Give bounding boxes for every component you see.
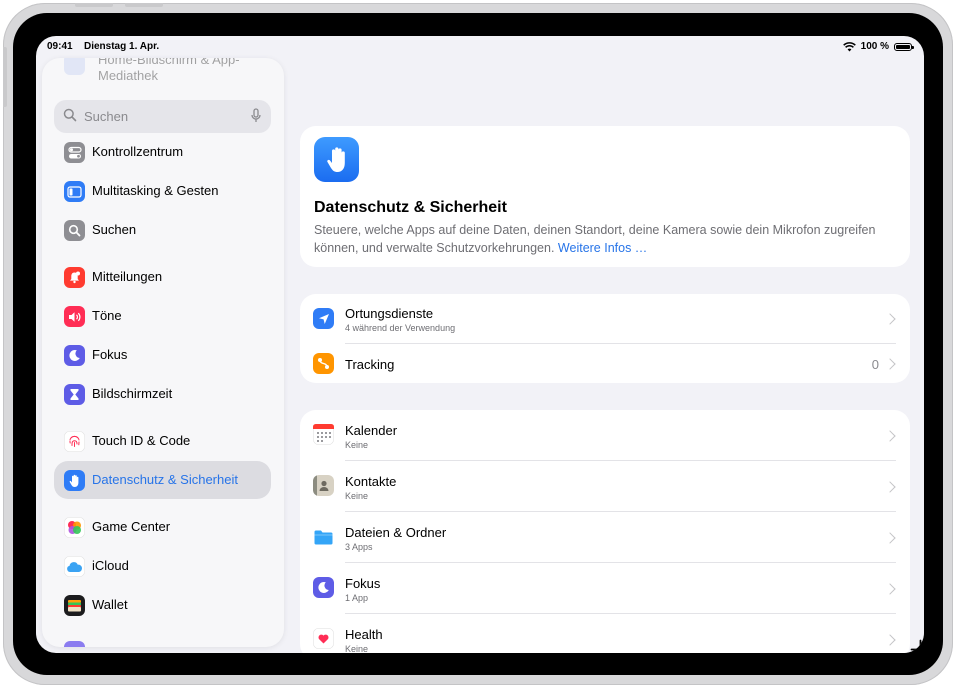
sidebar-item-game-center[interactable]: Game Center	[54, 508, 271, 546]
row-kalender[interactable]: Kalender Keine	[300, 410, 910, 460]
row-title: Health	[345, 627, 383, 642]
sidebar-item-label: Datenschutz & Sicherheit	[92, 472, 238, 487]
moon-icon	[64, 345, 85, 366]
wifi-icon	[842, 41, 856, 51]
row-subtitle: Keine	[345, 440, 369, 450]
status-right: 100 %	[842, 41, 914, 52]
chevron-right-icon	[884, 532, 896, 544]
sidebar-item-toene[interactable]: Töne	[54, 297, 271, 335]
sidebar-item-label: Bildschirmzeit	[92, 386, 173, 401]
sidebar-item-wallet[interactable]: Wallet	[54, 586, 271, 624]
sidebar-item-label: Home-Bildschirm & App-Mediathek	[98, 58, 240, 83]
sidebar-item-fokus[interactable]: Fokus	[54, 336, 271, 374]
search-placeholder: Suchen	[84, 109, 129, 124]
cloud-icon	[64, 556, 85, 577]
screen: 09:41 Dienstag 1. Apr. 100 % Home-Bildsc…	[36, 36, 924, 653]
status-time: 09:41	[47, 41, 73, 52]
sidebar-item-suchen[interactable]: Suchen	[54, 211, 271, 249]
location-tracking-group: Ortungsdienste 4 während der Verwendung …	[300, 294, 910, 383]
sidebar-item-label: Touch ID & Code	[92, 433, 191, 448]
hand-icon	[64, 470, 85, 491]
heart-icon	[313, 628, 334, 649]
calendar-icon	[313, 424, 334, 445]
sidebar-item-datenschutz[interactable]: Datenschutz & Sicherheit	[54, 461, 271, 499]
tracking-icon	[313, 353, 334, 374]
folder-icon	[313, 526, 334, 547]
row-title: Tracking	[345, 357, 395, 372]
bell-icon	[64, 267, 85, 288]
sidebar-item-label: Multitasking & Gesten	[92, 183, 219, 198]
magnifier-icon	[63, 108, 77, 122]
chevron-right-icon	[884, 583, 896, 595]
row-subtitle: 4 während der Verwendung	[345, 323, 456, 333]
row-tracking[interactable]: Tracking 0	[300, 344, 910, 383]
sidebar-item-label: Mitteilungen	[92, 269, 163, 284]
status-bar: 09:41 Dienstag 1. Apr. 100 %	[36, 36, 924, 58]
row-ortungsdienste[interactable]: Ortungsdienste 4 während der Verwendung	[300, 294, 910, 343]
sidebar-item-label: iCloud	[92, 558, 129, 573]
row-title: Kontakte	[345, 474, 397, 489]
row-fokus[interactable]: Fokus 1 App	[300, 563, 910, 613]
moon-icon	[313, 577, 334, 598]
wallet-icon	[64, 595, 85, 616]
fingerprint-icon	[64, 431, 85, 452]
learn-more-link[interactable]: Weitere Infos …	[558, 241, 647, 255]
row-health[interactable]: Health Keine	[300, 614, 910, 653]
status-date: Dienstag 1. Apr.	[84, 41, 160, 52]
row-title: Kalender	[345, 423, 398, 438]
chevron-right-icon	[884, 481, 896, 493]
search-icon	[64, 220, 85, 241]
sidebar-item-mitteilungen[interactable]: Mitteilungen	[54, 258, 271, 296]
contacts-icon	[313, 475, 334, 496]
volume-button	[75, 3, 113, 7]
row-subtitle: Keine	[345, 644, 369, 653]
sidebar-item-bildschirmzeit[interactable]: Bildschirmzeit	[54, 375, 271, 413]
page-title: Datenschutz & Sicherheit	[314, 199, 507, 216]
sidebar-item-label: Fokus	[92, 347, 128, 362]
apps-icon	[64, 641, 85, 647]
row-subtitle: 3 Apps	[345, 542, 373, 552]
home-screen-icon	[64, 58, 85, 75]
volume-button	[125, 3, 163, 7]
top-button	[3, 47, 7, 107]
chevron-right-icon	[884, 634, 896, 646]
switches-icon	[64, 142, 85, 163]
sidebar-item-label: Töne	[92, 308, 122, 323]
battery-icon	[894, 42, 914, 51]
row-kontakte[interactable]: Kontakte Keine	[300, 461, 910, 511]
microphone-icon[interactable]	[251, 108, 261, 123]
game-center-icon	[64, 517, 85, 538]
app-permissions-group: Kalender Keine Kontakte Keine Dateien & …	[300, 410, 910, 653]
sidebar[interactable]: Home-Bildschirm & App-Mediathek Suchen K…	[42, 58, 284, 647]
sidebar-item-label: Kontrollzentrum	[92, 144, 184, 159]
search-input[interactable]: Suchen	[54, 100, 271, 133]
row-title: Ortungsdienste	[345, 306, 434, 321]
row-dateien[interactable]: Dateien & Ordner 3 Apps	[300, 512, 910, 562]
sidebar-item-label: Suchen	[92, 222, 137, 237]
sidebar-item-multitasking[interactable]: Multitasking & Gesten	[54, 172, 271, 210]
resize-corner-icon[interactable]	[910, 639, 922, 651]
privacy-header-card: Datenschutz & Sicherheit Steuere, welche…	[300, 126, 910, 267]
row-value: 0	[871, 357, 879, 372]
chevron-right-icon	[884, 313, 896, 325]
page-description: Steuere, welche Apps auf deine Daten, de…	[314, 222, 904, 257]
sidebar-item-label: Game Center	[92, 519, 171, 534]
battery-percent: 100 %	[860, 41, 889, 52]
row-subtitle: Keine	[345, 491, 369, 501]
hourglass-icon	[64, 384, 85, 405]
hand-icon	[314, 137, 359, 182]
sidebar-item-touch-id[interactable]: Touch ID & Code	[54, 422, 271, 460]
row-title: Dateien & Ordner	[345, 525, 447, 540]
speaker-icon	[64, 306, 85, 327]
sidebar-item-kontrollzentrum[interactable]: Kontrollzentrum	[54, 133, 271, 171]
multitasking-icon	[64, 181, 85, 202]
sidebar-item-icloud[interactable]: iCloud	[54, 547, 271, 585]
chevron-right-icon	[884, 358, 896, 370]
chevron-right-icon	[884, 430, 896, 442]
row-title: Fokus	[345, 576, 381, 591]
row-subtitle: 1 App	[345, 593, 369, 603]
location-arrow-icon	[313, 308, 334, 329]
sidebar-item-label: Wallet	[92, 597, 128, 612]
